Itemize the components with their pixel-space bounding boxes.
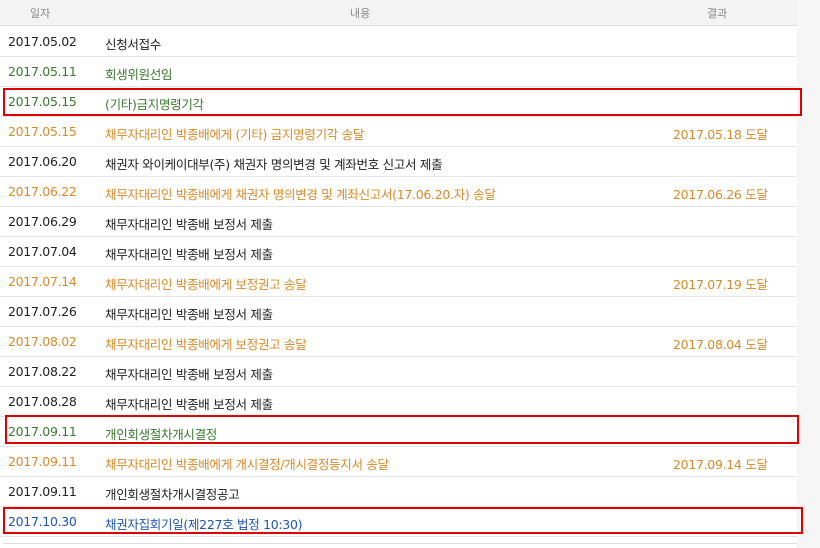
row-date: 2017.05.02: [8, 34, 77, 49]
table-row: 2017.08.22 채무자대리인 박종배 보정서 제출: [0, 357, 797, 387]
row-date: 2017.05.15: [8, 124, 77, 139]
row-content: 채무자대리인 박종배에게 개시결정/개시결정등지서 송달: [105, 457, 389, 472]
row-content: 채무자대리인 박종배 보정서 제출: [105, 247, 273, 262]
row-content: 회생위원선임: [105, 67, 173, 82]
row-content: 개인회생절차개시결정공고: [105, 487, 240, 502]
row-date: 2017.09.11: [8, 454, 77, 469]
row-date: 2017.06.29: [8, 214, 77, 229]
highlight-box-rejection: [3, 88, 802, 116]
table-row: 2017.05.02 신청서접수: [0, 27, 797, 57]
highlight-box-creditor-meeting: [3, 507, 803, 534]
table-row: 2017.06.20 채권자 와이케이대부(주) 채권자 명의변경 및 계좌번호 …: [0, 147, 797, 177]
row-content: 채무자대리인 박종배 보정서 제출: [105, 397, 273, 412]
row-date: 2017.08.28: [8, 394, 77, 409]
row-date: 2017.06.22: [8, 184, 77, 199]
table-row: 2017.05.15 채무자대리인 박종배에게 (기타) 금지명령기각 송달 201…: [0, 117, 797, 147]
table-row: 2017.07.26 채무자대리인 박종배 보정서 제출: [0, 297, 797, 327]
table-row: 2017.05.11 회생위원선임: [0, 57, 797, 87]
row-date: 2017.08.02: [8, 334, 77, 349]
row-result: 2017.05.18 도달: [673, 127, 768, 142]
row-content: 채무자대리인 박종배 보정서 제출: [105, 307, 273, 322]
row-result: 2017.08.04 도달: [673, 337, 768, 352]
row-result: 2017.06.26 도달: [673, 187, 768, 202]
table-row: 2017.08.02 채무자대리인 박종배에게 보정권고 송달 2017.08.04…: [0, 327, 797, 357]
row-content: 채권자 와이케이대부(주) 채권자 명의변경 및 계좌번호 신고서 제출: [105, 157, 443, 172]
header-date: 일자: [30, 7, 51, 20]
row-date: 2017.09.11: [8, 484, 77, 499]
header-result: 결과: [707, 7, 728, 20]
table-header: 일자 내용 결과: [0, 0, 797, 26]
row-content: 채무자대리인 박종배에게 채권자 명의변경 및 계좌신고서(17.06.20.자…: [105, 187, 496, 202]
row-content: 채무자대리인 박종배에게 보정권고 송달: [105, 277, 307, 292]
table-row: 2017.07.14 채무자대리인 박종배에게 보정권고 송달 2017.07.19…: [0, 267, 797, 297]
row-date: 2017.07.26: [8, 304, 77, 319]
table-row: 2017.06.22 채무자대리인 박종배에게 채권자 명의변경 및 계좌신고서(…: [0, 177, 797, 207]
table-row: 2017.07.04 채무자대리인 박종배 보정서 제출: [0, 237, 797, 267]
divider: [3, 543, 797, 544]
row-content: 신청서접수: [105, 37, 162, 52]
row-content: 채무자대리인 박종배 보정서 제출: [105, 367, 273, 382]
table-row: 2017.08.28 채무자대리인 박종배 보정서 제출: [0, 387, 797, 417]
table-row: 2017.06.29 채무자대리인 박종배 보정서 제출: [0, 207, 797, 237]
table-row: 2017.09.11 채무자대리인 박종배에게 개시결정/개시결정등지서 송달 20…: [0, 447, 797, 477]
highlight-box-commencement: [5, 415, 799, 444]
row-content: 채무자대리인 박종배에게 (기타) 금지명령기각 송달: [105, 127, 365, 142]
row-result: 2017.07.19 도달: [673, 277, 768, 292]
case-history-panel: 일자 내용 결과 2017.05.02 신청서접수 2017.05.11 회생위원선임…: [0, 0, 803, 548]
row-content: 채무자대리인 박종배에게 보정권고 송달: [105, 337, 307, 352]
row-date: 2017.05.11: [8, 64, 77, 79]
row-date: 2017.08.22: [8, 364, 77, 379]
row-content: 채무자대리인 박종배 보정서 제출: [105, 217, 273, 232]
header-content: 내용: [350, 7, 371, 20]
row-date: 2017.06.20: [8, 154, 77, 169]
row-date: 2017.07.04: [8, 244, 77, 259]
row-date: 2017.07.14: [8, 274, 77, 289]
table-row: 2017.09.11 개인회생절차개시결정공고: [0, 477, 797, 507]
row-result: 2017.09.14 도달: [673, 457, 768, 472]
